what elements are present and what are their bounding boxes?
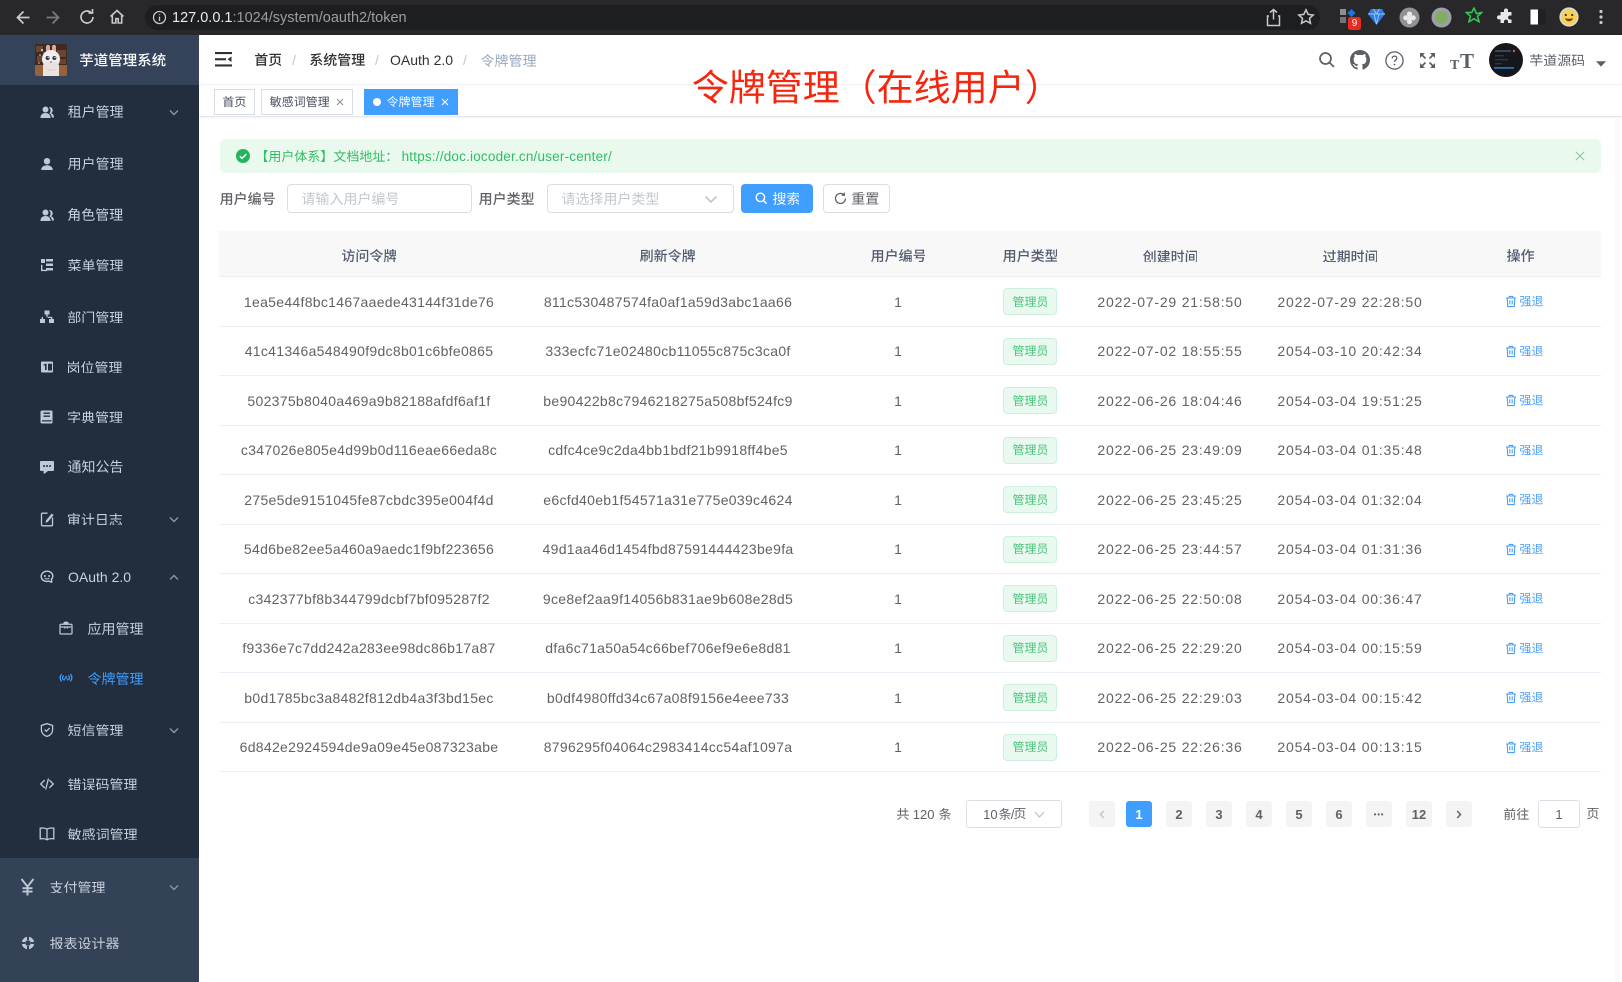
svg-text:A: A (64, 675, 69, 682)
